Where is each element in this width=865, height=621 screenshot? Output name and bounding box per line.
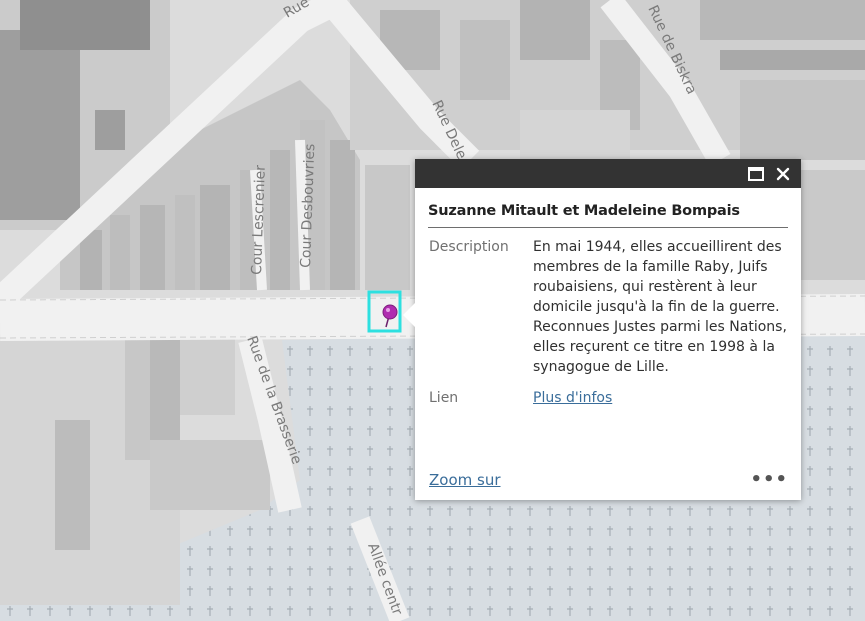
popup-header (415, 159, 801, 188)
attribute-value-description: En mai 1944, elles accueillirent des mem… (533, 239, 787, 375)
zoom-to-link[interactable]: Zoom sur (429, 471, 501, 489)
attribute-row-description: Description En mai 1944, elles accueilli… (429, 235, 787, 377)
popup-title: Suzanne Mitault et Madeleine Bompais (428, 203, 788, 228)
close-icon (776, 167, 790, 180)
attribute-row-lien: Lien Plus d'infos (429, 377, 787, 408)
attribute-label-description: Description (429, 239, 509, 255)
maximize-button[interactable] (744, 159, 768, 188)
plus-infos-link[interactable]: Plus d'infos (533, 390, 612, 406)
attribute-table: Description En mai 1944, elles accueilli… (429, 235, 787, 408)
popup-pointer (403, 303, 415, 327)
maximize-icon (748, 166, 764, 181)
popup-footer: Zoom sur ••• (428, 469, 788, 493)
close-button[interactable] (771, 159, 795, 188)
more-actions-button[interactable]: ••• (750, 469, 788, 490)
attribute-label-lien: Lien (429, 390, 459, 406)
feature-popup: Suzanne Mitault et Madeleine Bompais Des… (403, 159, 801, 500)
